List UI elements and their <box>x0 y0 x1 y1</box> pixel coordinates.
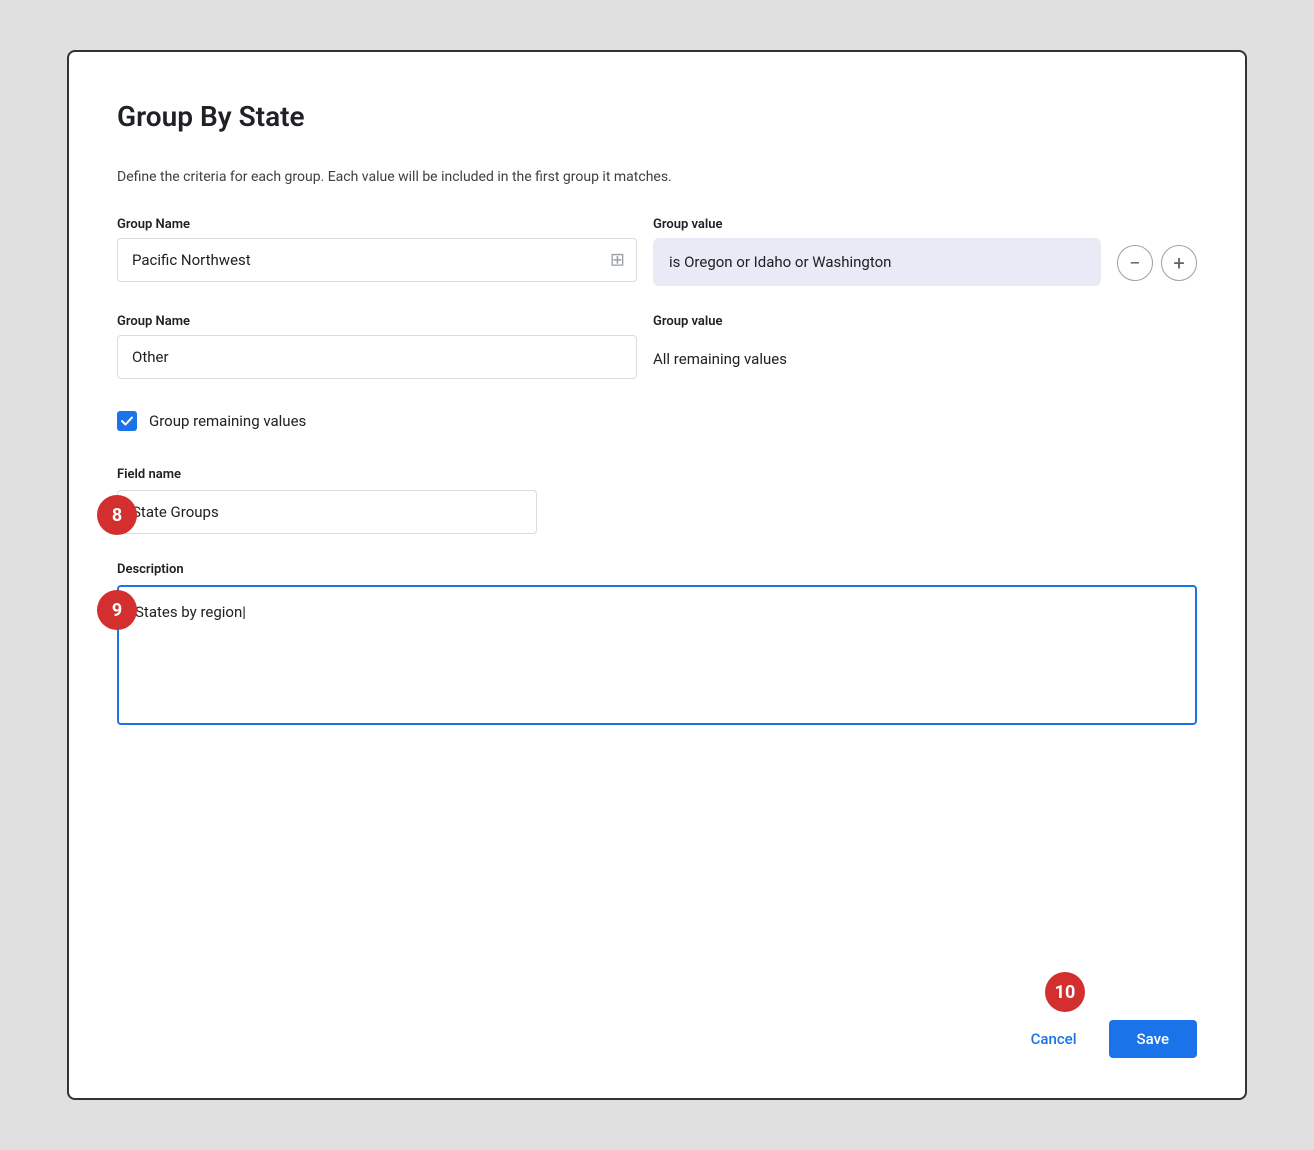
group1-name-input[interactable] <box>117 238 637 282</box>
remove-group1-button[interactable]: − <box>1117 245 1153 281</box>
step-badge-9: 9 <box>97 590 137 630</box>
step-badge-8: 8 <box>97 495 137 535</box>
description-textarea[interactable]: States by region| <box>117 585 1197 725</box>
description-section: 9 Description States by region| <box>117 562 1197 729</box>
group1-value-section: Group value is Oregon or Idaho or Washin… <box>653 217 1101 286</box>
step-badge-10: 10 <box>1045 972 1085 1012</box>
dialog-container: Group By State Define the criteria for e… <box>67 50 1247 1100</box>
group1-value-label: Group value <box>653 217 1101 232</box>
field-name-section: 8 Field name <box>117 467 1197 534</box>
field-name-input[interactable] <box>117 490 537 534</box>
group2-value-label: Group value <box>653 314 1197 329</box>
group2-name-label: Group Name <box>117 314 637 329</box>
table-icon: ⊞ <box>610 250 625 271</box>
save-button[interactable]: Save <box>1109 1020 1197 1058</box>
group2-name-section: Group Name <box>117 314 637 379</box>
group-remaining-checkbox[interactable] <box>117 411 137 431</box>
group1-name-section: Group Name ⊞ <box>117 217 637 282</box>
group1-name-input-wrapper: ⊞ <box>117 238 637 282</box>
group1-value-pill: is Oregon or Idaho or Washington <box>653 238 1101 286</box>
group2-row: Group Name Group value All remaining val… <box>117 314 1197 383</box>
group2-value-text: All remaining values <box>653 335 1197 383</box>
dialog-footer: 10 Cancel Save <box>117 988 1197 1058</box>
add-group-button[interactable]: + <box>1161 245 1197 281</box>
group1-actions: − + <box>1117 217 1197 281</box>
group1-name-label: Group Name <box>117 217 637 232</box>
checkbox-row: Group remaining values <box>117 411 1197 431</box>
description-text: Define the criteria for each group. Each… <box>117 169 1197 185</box>
group2-value-section: Group value All remaining values <box>653 314 1197 383</box>
cancel-button[interactable]: Cancel <box>1015 1020 1093 1058</box>
field-name-label: Field name <box>117 467 1197 482</box>
group2-name-input[interactable] <box>117 335 637 379</box>
checkbox-label: Group remaining values <box>149 412 306 430</box>
description-label: Description <box>117 562 1197 577</box>
group1-row: Group Name ⊞ Group value is Oregon or Id… <box>117 217 1197 286</box>
dialog-title: Group By State <box>117 100 1197 133</box>
